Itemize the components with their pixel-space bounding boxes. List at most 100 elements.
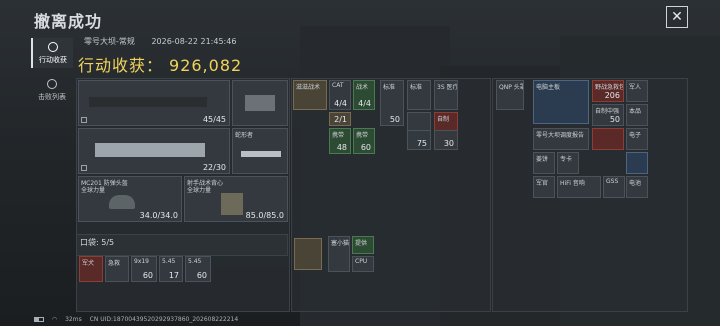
- item-count: 30: [443, 139, 454, 148]
- item-label: 滋滋战术: [296, 84, 321, 91]
- item-label: 标准: [410, 84, 423, 91]
- item-label: HiFi 音响: [560, 180, 585, 187]
- item-label: 5.45: [188, 258, 202, 265]
- backpack-item[interactable]: [592, 128, 624, 150]
- item-label: 军官: [536, 180, 549, 187]
- item-label: 零号大坝调度报告: [536, 132, 585, 139]
- page-title: 撤离成功: [34, 12, 103, 31]
- safebox-item[interactable]: 塞小猫: [328, 236, 350, 272]
- backpack-item[interactable]: 专卡: [557, 152, 579, 174]
- item-label: 电脑主板: [536, 84, 561, 91]
- rig-item[interactable]: 标准 50: [380, 80, 404, 126]
- item-label: CPU: [355, 258, 368, 265]
- item-label: 携带: [332, 132, 345, 139]
- rig-item[interactable]: 战术 4/4: [353, 80, 375, 110]
- harvest-value: 926,082: [169, 56, 243, 75]
- backpack-item[interactable]: GSS: [603, 176, 625, 198]
- safebox-item[interactable]: CPU: [352, 256, 374, 272]
- item-label: 电子: [629, 132, 642, 139]
- item-label: CAT: [332, 82, 344, 89]
- backpack-item[interactable]: 本品: [626, 104, 648, 126]
- backpack-item[interactable]: HiFi 音响: [557, 176, 601, 198]
- primary-weapon-slot[interactable]: 45/45: [78, 80, 230, 126]
- item-label: GSS: [606, 178, 619, 185]
- tab-kills[interactable]: 击败列表: [31, 75, 73, 105]
- item-label: 5.45: [162, 258, 176, 265]
- item-label: 自制: [437, 116, 450, 123]
- pocket-item[interactable]: 9x19 60: [131, 256, 157, 282]
- backpack-item[interactable]: QNP 头罩: [496, 80, 524, 110]
- pocket-item[interactable]: 5.45 17: [159, 256, 183, 282]
- backpack-item[interactable]: 军官: [533, 176, 555, 198]
- tab-harvest[interactable]: 行动收获: [31, 38, 73, 68]
- item-label: 9x19: [134, 258, 150, 265]
- backpack-item[interactable]: 野战急救包 206: [592, 80, 624, 102]
- armor-durability: 85.0/85.0: [245, 211, 284, 220]
- item-count: 50: [389, 115, 400, 124]
- backpack-item[interactable]: [626, 152, 648, 174]
- rig-item[interactable]: 30: [434, 130, 458, 150]
- item-label: 军人: [629, 84, 642, 91]
- item-label: 自制中强: [595, 108, 620, 115]
- backpack-item[interactable]: 姜饼: [533, 152, 555, 174]
- target-icon: [48, 41, 58, 52]
- item-count: 60: [196, 271, 207, 280]
- pistol-icon: [245, 95, 275, 111]
- item-label: 战术: [356, 84, 369, 91]
- close-icon: ✕: [671, 9, 683, 25]
- backpack-item[interactable]: 军人: [626, 80, 648, 102]
- rifle-icon: [89, 97, 207, 107]
- item-count: 60: [142, 271, 153, 280]
- backpack-item[interactable]: 电子: [626, 128, 648, 150]
- item-label: 急救: [108, 260, 121, 267]
- battery-icon: [34, 317, 44, 322]
- harvest-total: 行动收获： 926,082: [78, 52, 242, 76]
- helmet-sub: 全球力量: [81, 187, 106, 194]
- item-count: 4/4: [358, 99, 371, 108]
- user-uid: CN UID:18700439520292937860_202608222214: [89, 316, 239, 323]
- rig-item[interactable]: 2/1: [329, 112, 351, 126]
- helmet-slot[interactable]: MC201 防弹头盔 全球力量 34.0/34.0: [78, 176, 182, 222]
- item-label: 提供: [355, 240, 368, 247]
- armor-slot[interactable]: 射手战术背心 全球力量 85.0/85.0: [184, 176, 288, 222]
- rig-item[interactable]: 携带 48: [329, 128, 351, 154]
- armor-sub: 全球力量: [187, 187, 212, 194]
- lock-icon: [81, 117, 87, 123]
- rig-item[interactable]: CAT 4/4: [329, 80, 351, 110]
- safebox-item[interactable]: 提供: [352, 236, 374, 254]
- item-count: 48: [336, 143, 347, 152]
- item-count: 60: [360, 143, 371, 152]
- backpack-item[interactable]: 电脑主板: [533, 80, 589, 124]
- tab-kills-label: 击败列表: [38, 92, 66, 101]
- rig-item[interactable]: 携带 60: [353, 128, 375, 154]
- item-label: 姜饼: [536, 156, 549, 163]
- melee-slot[interactable]: 蛇形者: [232, 128, 288, 174]
- backpack-item[interactable]: 零号大坝调度报告: [533, 128, 589, 150]
- item-label: 军犬: [82, 260, 95, 267]
- secondary-weapon-slot[interactable]: 22/30: [78, 128, 230, 174]
- item-label: 标准: [383, 84, 396, 91]
- melee-label: 蛇形者: [235, 132, 254, 139]
- item-label: 电池: [629, 180, 642, 187]
- close-button[interactable]: ✕: [666, 6, 688, 28]
- item-label: 专卡: [560, 156, 573, 163]
- pocket-item[interactable]: 军犬: [79, 256, 103, 282]
- pistol-slot[interactable]: [232, 80, 288, 126]
- rig-item[interactable]: 3S 医疗: [434, 80, 458, 110]
- ammo-count: 45/45: [202, 115, 226, 124]
- item-count: 4/4: [334, 99, 347, 108]
- item-count: 50: [609, 115, 620, 124]
- pocket-item[interactable]: 5.45 60: [185, 256, 211, 282]
- rig-item[interactable]: 滋滋战术: [293, 80, 327, 110]
- backpack-item[interactable]: 自制中强 50: [592, 104, 624, 126]
- safebox-item[interactable]: [294, 238, 322, 270]
- rig-item[interactable]: 75: [407, 130, 431, 150]
- rig-item[interactable]: 标准: [407, 80, 431, 110]
- backpack-item[interactable]: 电池: [626, 176, 648, 198]
- item-count: 206: [604, 91, 620, 100]
- item-label: 3S 医疗: [437, 84, 458, 91]
- pocket-item[interactable]: 急救: [105, 256, 129, 282]
- item-label: 携带: [356, 132, 369, 139]
- item-count: 75: [416, 139, 427, 148]
- item-count: 17: [168, 271, 179, 280]
